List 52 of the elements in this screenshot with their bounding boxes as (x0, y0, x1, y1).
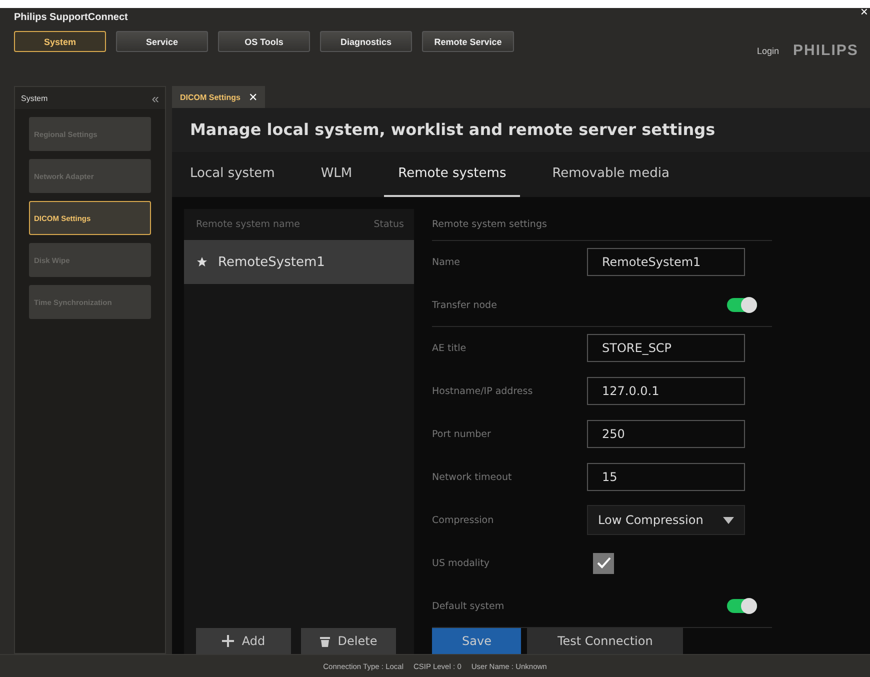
sidebar-title: System (21, 94, 48, 102)
toggle-switch[interactable] (727, 599, 757, 613)
document-tab[interactable]: DICOM Settings ✕ (172, 86, 266, 108)
field-label: Hostname/IP address (432, 386, 534, 396)
toggle-switch[interactable] (727, 298, 757, 312)
dropdown-arrow-icon (723, 516, 734, 524)
nav-button[interactable]: System (14, 31, 106, 52)
login-link[interactable]: Login (757, 46, 780, 56)
tab[interactable]: Local system (176, 152, 289, 197)
remote-system-name: RemoteSystem1 (218, 254, 325, 270)
input-field[interactable]: STORE_SCP (587, 334, 745, 362)
field-label: AE title (432, 342, 468, 354)
page-heading: Manage local system, worklist and remote server settings (172, 108, 870, 152)
document-tab-label: DICOM Settings (180, 92, 240, 102)
dropdown-value: Low Compression (598, 513, 704, 527)
field-label: Default system (432, 600, 506, 612)
close-button[interactable]: × (858, 4, 870, 19)
add-button[interactable]: Add (196, 628, 291, 654)
save-button[interactable]: Save (432, 628, 522, 654)
app-title: Philips SupportConnect (14, 12, 129, 23)
column-header: Status (374, 219, 404, 230)
star-icon (196, 256, 208, 268)
field-label: Port number (432, 428, 492, 440)
nav-button[interactable]: OS Tools (218, 31, 310, 52)
collapse-button[interactable]: « (152, 90, 159, 106)
tab[interactable]: Removable media (538, 152, 684, 197)
input-field[interactable]: RemoteSystem1 (587, 248, 745, 276)
section-title: Remote system settings (432, 209, 772, 241)
test-connection-button[interactable]: Test Connection (527, 628, 683, 654)
field-label: Name (432, 256, 462, 268)
checkmark-icon (596, 557, 610, 569)
nav-button[interactable]: Diagnostics (320, 31, 412, 52)
list-row[interactable]: RemoteSystem1 (184, 240, 414, 284)
brand-logo: PHILIPS (793, 42, 858, 59)
input-field[interactable]: 250 (587, 420, 745, 448)
field-label: Transfer node (432, 300, 498, 310)
field-label: Network timeout (432, 472, 513, 482)
plus-icon (222, 635, 234, 647)
dropdown[interactable]: Low Compression (587, 505, 745, 535)
checkbox[interactable] (593, 552, 614, 574)
close-tab-button[interactable]: ✕ (248, 90, 258, 104)
trash-icon (320, 636, 330, 646)
field-label: US modality (432, 558, 491, 568)
nav-button[interactable]: Service (116, 31, 208, 52)
delete-button[interactable]: Delete (301, 628, 396, 654)
column-header: Remote system name (196, 219, 300, 230)
nav-button[interactable]: Remote Service (422, 31, 514, 52)
input-field[interactable]: 15 (587, 463, 745, 491)
tab[interactable]: WLM (306, 152, 366, 197)
input-field[interactable]: 127.0.0.1 (587, 377, 745, 405)
tab[interactable]: Remote systems (384, 152, 520, 197)
field-label: Compression (432, 514, 495, 526)
